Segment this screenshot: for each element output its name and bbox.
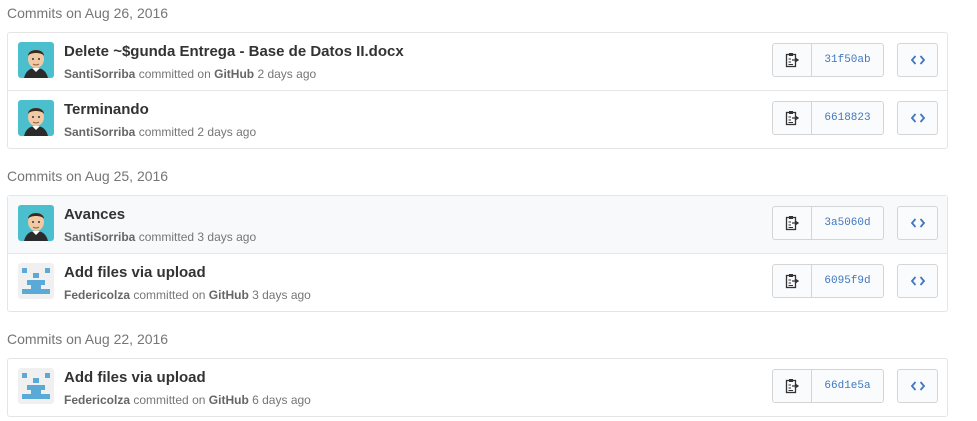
- commit-sha-link[interactable]: 3a5060d: [812, 207, 883, 239]
- clipboard-icon: [785, 111, 799, 126]
- clipboard-icon: [785, 274, 799, 289]
- code-icon: [910, 218, 925, 228]
- commit-author-link[interactable]: SantiSorriba: [64, 125, 135, 139]
- commit-group-date: Commits on Aug 22, 2016: [7, 331, 169, 347]
- commit-verb: committed: [138, 125, 195, 139]
- commit-time: 3 days ago: [197, 230, 257, 244]
- sha-button-group: 6095f9d: [772, 264, 884, 298]
- commit-group: Add files via upload Federicolza committ…: [7, 358, 948, 417]
- commit-row: Avances SantiSorriba committed 3 days ag…: [8, 196, 947, 253]
- commit-author-link[interactable]: Federicolza: [64, 393, 130, 407]
- copy-sha-button[interactable]: [773, 207, 812, 239]
- commit-message-link[interactable]: Add files via upload: [64, 264, 206, 281]
- code-icon: [910, 381, 925, 391]
- commit-message-link[interactable]: Delete ~$gunda Entrega - Base de Datos I…: [64, 43, 404, 60]
- commit-meta: Federicolza committed on GitHub 6 days a…: [64, 393, 311, 407]
- browse-repo-button[interactable]: [897, 264, 938, 298]
- commit-author-link[interactable]: SantiSorriba: [64, 67, 135, 81]
- commit-message-link[interactable]: Terminando: [64, 101, 149, 118]
- browse-repo-button[interactable]: [897, 101, 938, 135]
- commit-via-prefix: on: [197, 67, 211, 81]
- commit-via: GitHub: [214, 67, 255, 81]
- commit-history: Commits on Aug 26, 2016 Delete ~$gunda E…: [0, 0, 977, 421]
- avatar[interactable]: [18, 263, 54, 299]
- code-icon: [910, 113, 925, 123]
- clipboard-icon: [785, 379, 799, 394]
- clipboard-icon: [785, 53, 799, 68]
- copy-sha-button[interactable]: [773, 44, 812, 76]
- commit-row: Terminando SantiSorriba committed 2 days…: [8, 90, 947, 148]
- browse-repo-button[interactable]: [897, 43, 938, 77]
- commit-message-link[interactable]: Avances: [64, 206, 125, 223]
- commit-group-date: Commits on Aug 26, 2016: [7, 5, 169, 21]
- commit-sha-link[interactable]: 31f50ab: [812, 44, 883, 76]
- commit-group: Delete ~$gunda Entrega - Base de Datos I…: [7, 32, 948, 149]
- clipboard-icon: [785, 216, 799, 231]
- browse-repo-button[interactable]: [897, 206, 938, 240]
- commit-meta: SantiSorriba committed on GitHub 2 days …: [64, 67, 316, 81]
- commit-time: 2 days ago: [197, 125, 257, 139]
- commit-row: Delete ~$gunda Entrega - Base de Datos I…: [8, 33, 947, 90]
- commit-time: 2 days ago: [257, 67, 317, 81]
- sha-button-group: 31f50ab: [772, 43, 884, 77]
- copy-sha-button[interactable]: [773, 265, 812, 297]
- avatar[interactable]: [18, 368, 54, 404]
- commit-sha-link[interactable]: 6618823: [812, 102, 883, 134]
- commit-row: Add files via upload Federicolza committ…: [8, 253, 947, 311]
- avatar[interactable]: [18, 205, 54, 241]
- code-icon: [910, 55, 925, 65]
- commit-group-date: Commits on Aug 25, 2016: [7, 168, 169, 184]
- avatar[interactable]: [18, 100, 54, 136]
- commit-time: 6 days ago: [252, 393, 311, 407]
- copy-sha-button[interactable]: [773, 102, 812, 134]
- commit-group: Avances SantiSorriba committed 3 days ag…: [7, 195, 948, 312]
- code-icon: [910, 276, 925, 286]
- commit-verb: committed: [133, 393, 189, 407]
- commit-meta: SantiSorriba committed 2 days ago: [64, 125, 256, 139]
- commit-meta: Federicolza committed on GitHub 3 days a…: [64, 288, 311, 302]
- commit-via-prefix: on: [192, 288, 206, 302]
- commit-meta: SantiSorriba committed 3 days ago: [64, 230, 256, 244]
- sha-button-group: 66d1e5a: [772, 369, 884, 403]
- commit-verb: committed: [133, 288, 189, 302]
- commit-via: GitHub: [208, 393, 249, 407]
- commit-message-link[interactable]: Add files via upload: [64, 369, 206, 386]
- commit-sha-link[interactable]: 6095f9d: [812, 265, 883, 297]
- commit-author-link[interactable]: Federicolza: [64, 288, 130, 302]
- sha-button-group: 3a5060d: [772, 206, 884, 240]
- commit-via-prefix: on: [192, 393, 206, 407]
- browse-repo-button[interactable]: [897, 369, 938, 403]
- copy-sha-button[interactable]: [773, 370, 812, 402]
- commit-verb: committed: [138, 67, 195, 81]
- commit-sha-link[interactable]: 66d1e5a: [812, 370, 883, 402]
- commit-verb: committed: [138, 230, 195, 244]
- avatar[interactable]: [18, 42, 54, 78]
- sha-button-group: 6618823: [772, 101, 884, 135]
- commit-author-link[interactable]: SantiSorriba: [64, 230, 135, 244]
- commit-time: 3 days ago: [252, 288, 311, 302]
- commit-row: Add files via upload Federicolza committ…: [8, 359, 947, 416]
- commit-via: GitHub: [208, 288, 249, 302]
